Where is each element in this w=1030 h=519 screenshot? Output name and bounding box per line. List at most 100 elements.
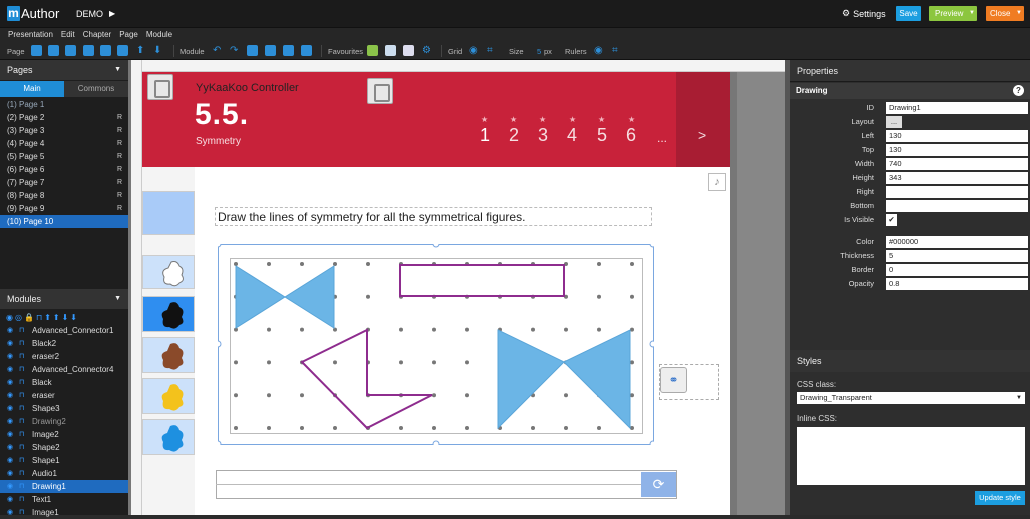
eye-icon[interactable]: ◉: [594, 46, 603, 56]
page-nav-2[interactable]: 2: [509, 125, 519, 146]
module-item[interactable]: ◉ ⊓ Shape3: [0, 402, 128, 415]
lock-icon[interactable]: ⊓: [19, 506, 24, 519]
lock-icon[interactable]: ⊓: [19, 441, 24, 454]
page-item[interactable]: (1) Page 1: [0, 98, 128, 111]
paste-page-icon[interactable]: [83, 45, 94, 56]
lock-icon[interactable]: ⊓: [19, 402, 24, 415]
eye-icon[interactable]: ◉: [6, 313, 13, 322]
eye-icon[interactable]: ◉: [7, 493, 13, 506]
module-item[interactable]: ◉ ⊓ Drawing2: [0, 415, 128, 428]
module-item-selected[interactable]: ◉ ⊓ Drawing1: [0, 480, 128, 493]
page-item[interactable]: (9) Page 9 R: [0, 202, 128, 215]
eye-icon[interactable]: ◉: [7, 506, 13, 519]
lock-icon[interactable]: ⊓: [19, 480, 24, 493]
selection-handles[interactable]: [218, 244, 654, 445]
unlock-icon[interactable]: ⊓: [36, 313, 42, 322]
page-item[interactable]: (6) Page 6 R: [0, 163, 128, 176]
eye-icon[interactable]: ◉: [7, 337, 13, 350]
modules-panel-header[interactable]: Modules ▼: [0, 289, 128, 309]
settings-button[interactable]: ⚙ Settings: [842, 8, 886, 19]
reset-button[interactable]: ⟳: [641, 472, 676, 497]
eye-icon[interactable]: ◉: [7, 350, 13, 363]
project-name[interactable]: DEMO: [76, 9, 103, 19]
page-nav-4[interactable]: 4: [567, 125, 577, 146]
page-item-selected[interactable]: (10) Page 10: [0, 215, 128, 228]
module-item[interactable]: ◉ ⊓ Black: [0, 376, 128, 389]
prop-value[interactable]: [886, 186, 1028, 198]
add-chapter-icon[interactable]: [48, 45, 59, 56]
undo-icon[interactable]: ↶: [213, 46, 222, 56]
eye-icon[interactable]: ◉: [7, 376, 13, 389]
eye-icon[interactable]: ◉: [7, 324, 13, 337]
prop-value[interactable]: 130: [886, 130, 1028, 142]
menu-chapter[interactable]: Chapter: [83, 28, 111, 42]
prop-value[interactable]: 0.8: [886, 278, 1028, 290]
page-nav-5[interactable]: 5: [597, 125, 607, 146]
module-chip-icon[interactable]: [147, 74, 173, 100]
module-item[interactable]: ◉ ⊓ Shape1: [0, 454, 128, 467]
page-nav-3[interactable]: 3: [538, 125, 548, 146]
prop-value[interactable]: 130: [886, 144, 1028, 156]
image-module-icon[interactable]: [367, 45, 378, 56]
page-item[interactable]: (7) Page 7 R: [0, 176, 128, 189]
arrow-up-icon[interactable]: ⬆: [53, 313, 60, 322]
preview-button[interactable]: Preview ▼: [929, 6, 977, 21]
lock-icon[interactable]: ⊓: [19, 467, 24, 480]
layout-button[interactable]: ...: [886, 116, 902, 128]
eye-icon[interactable]: ◉: [7, 480, 13, 493]
module-item[interactable]: ◉ ⊓ Audio1: [0, 467, 128, 480]
prop-value[interactable]: Drawing1: [886, 102, 1028, 114]
lock-icon[interactable]: ⊓: [19, 428, 24, 441]
eye-icon[interactable]: ◉: [7, 363, 13, 376]
page-item[interactable]: (4) Page 4 R: [0, 137, 128, 150]
arrow-down-icon[interactable]: ⬇: [62, 313, 69, 322]
tab-commons[interactable]: Commons: [64, 81, 128, 97]
yellow-color-tool[interactable]: [142, 378, 195, 414]
arrange-icon[interactable]: [301, 45, 312, 56]
prop-value[interactable]: #000000: [886, 236, 1028, 248]
arrow-down-icon[interactable]: ⬇: [70, 313, 77, 322]
text-module-icon[interactable]: [403, 45, 414, 56]
prop-value[interactable]: 5: [886, 250, 1028, 262]
lock-icon[interactable]: ⊓: [19, 415, 24, 428]
help-icon[interactable]: ?: [1013, 85, 1024, 96]
chevron-down-icon[interactable]: ▼: [1016, 6, 1022, 21]
prop-value[interactable]: 740: [886, 158, 1028, 170]
ungroup-icon[interactable]: [283, 45, 294, 56]
dot-grid-drawing[interactable]: [218, 244, 654, 445]
gear-icon[interactable]: ⚙: [422, 46, 431, 56]
page-item[interactable]: (3) Page 3 R: [0, 124, 128, 137]
arrow-up-icon[interactable]: ⬆: [44, 313, 51, 322]
arrow-down-icon[interactable]: ⬇: [153, 46, 162, 56]
eraser-tool[interactable]: [142, 255, 195, 289]
collapse-icon[interactable]: ▼: [114, 289, 121, 309]
lock-icon[interactable]: ⊓: [19, 376, 24, 389]
save-button[interactable]: Save: [896, 6, 921, 21]
lock-icon[interactable]: 🔒: [24, 313, 34, 322]
module-item[interactable]: ◉ ⊓ Advanced_Connector4: [0, 363, 128, 376]
eye-icon[interactable]: ◉: [7, 467, 13, 480]
blue-color-tool[interactable]: [142, 419, 195, 455]
menu-edit[interactable]: Edit: [61, 28, 75, 42]
lock-icon[interactable]: ⊓: [19, 389, 24, 402]
eye-icon[interactable]: ◉: [7, 415, 13, 428]
delete-page-icon[interactable]: [100, 45, 111, 56]
eye-icon[interactable]: ◉: [7, 454, 13, 467]
page-nav-1[interactable]: 1: [480, 125, 490, 146]
color-swatch[interactable]: [142, 191, 195, 235]
project-arrow-icon[interactable]: ▶: [109, 9, 115, 18]
add-page-icon[interactable]: [31, 45, 42, 56]
css-class-select[interactable]: Drawing_Transparent ▼: [797, 392, 1025, 404]
group-icon[interactable]: [265, 45, 276, 56]
module-item[interactable]: ◉ ⊓ Image1: [0, 506, 128, 519]
eye-icon[interactable]: ◉: [7, 441, 13, 454]
chevron-down-icon[interactable]: ▼: [969, 6, 975, 21]
pages-panel-header[interactable]: Pages ▼: [0, 60, 128, 80]
module-item[interactable]: ◉ ⊓ Image2: [0, 428, 128, 441]
menu-page[interactable]: Page: [119, 28, 138, 42]
eye-icon[interactable]: ◉: [469, 46, 478, 56]
brown-color-tool[interactable]: [142, 337, 195, 373]
next-page-area[interactable]: [676, 72, 730, 167]
black-color-tool[interactable]: [142, 296, 195, 332]
lock-icon[interactable]: ⊓: [19, 350, 24, 363]
